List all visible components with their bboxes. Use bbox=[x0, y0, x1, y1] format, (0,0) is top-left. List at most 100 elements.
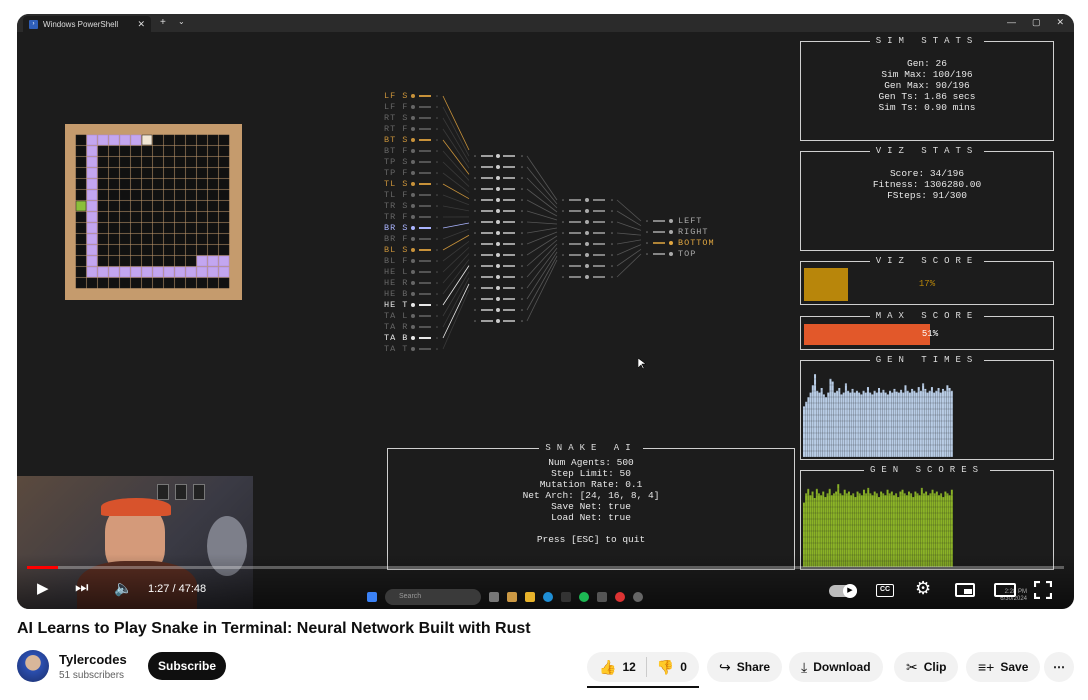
hidden1-connection bbox=[526, 239, 558, 267]
grid-cell bbox=[163, 178, 175, 190]
minimize-icon[interactable]: — bbox=[1007, 17, 1016, 28]
like-count[interactable]: 12 bbox=[622, 660, 635, 674]
progress-bar[interactable] bbox=[27, 566, 1064, 569]
channel-avatar[interactable] bbox=[17, 650, 49, 682]
hidden1-node bbox=[496, 242, 500, 246]
grid-cell bbox=[163, 244, 175, 256]
grid-cell bbox=[196, 200, 208, 212]
grid-cell bbox=[108, 255, 120, 267]
theater-mode-icon[interactable] bbox=[994, 583, 1016, 597]
grid-cell bbox=[152, 156, 164, 168]
miniplayer-icon[interactable] bbox=[955, 583, 975, 597]
share-button[interactable]: ↪ Share bbox=[707, 652, 783, 682]
chart-bar bbox=[893, 388, 896, 457]
next-icon[interactable]: ⏭ bbox=[75, 579, 89, 596]
grid-cell bbox=[75, 211, 87, 223]
autoplay-toggle[interactable]: ▶ bbox=[829, 584, 857, 598]
terminal-tab[interactable]: › Windows PowerShell ✕ bbox=[23, 16, 151, 32]
sim-stats-lines: Gen: 26 Sim Max: 100/196 Gen Max: 90/196… bbox=[801, 58, 1053, 113]
grid-cell bbox=[108, 156, 120, 168]
spotify-icon bbox=[579, 592, 589, 602]
grid-cell bbox=[207, 277, 219, 289]
stat-line: Gen Ts: 1.86 secs bbox=[878, 91, 976, 102]
grid-cell bbox=[207, 167, 219, 179]
settings-gear-icon[interactable]: ⚙ bbox=[915, 578, 931, 599]
volume-icon[interactable]: 🔈 bbox=[114, 579, 133, 597]
close-icon[interactable]: ✕ bbox=[137, 19, 145, 30]
grid-cell bbox=[163, 156, 175, 168]
grid-cell bbox=[86, 266, 98, 278]
input-node bbox=[411, 215, 415, 219]
grid-cell bbox=[152, 134, 164, 146]
hidden1-node bbox=[496, 209, 500, 213]
grid-cell bbox=[108, 277, 120, 289]
input-connection bbox=[442, 283, 470, 339]
thumbs-up-icon[interactable]: 👍 bbox=[599, 659, 616, 676]
captions-icon[interactable]: CC bbox=[876, 584, 894, 597]
input-node bbox=[411, 160, 415, 164]
grid-cell bbox=[108, 189, 120, 201]
window-close-icon[interactable]: ✕ bbox=[1056, 17, 1064, 28]
subscribe-button[interactable]: Subscribe bbox=[148, 652, 226, 680]
grid-cell bbox=[196, 145, 208, 157]
hidden1-dot bbox=[521, 243, 523, 245]
more-actions-button[interactable]: ⋯ bbox=[1044, 652, 1074, 682]
grid-cell bbox=[97, 189, 109, 201]
chart-bar bbox=[941, 388, 944, 457]
grid-cell bbox=[196, 266, 208, 278]
stat-line: Gen Max: 90/196 bbox=[884, 80, 970, 91]
grid-cell bbox=[218, 211, 230, 223]
maximize-icon[interactable]: ▢ bbox=[1032, 17, 1041, 28]
chart-bar bbox=[902, 392, 905, 457]
grid-cell bbox=[75, 145, 87, 157]
hidden1-connection bbox=[526, 243, 558, 278]
grid-cell bbox=[163, 145, 175, 157]
clip-button[interactable]: ✂ Clip bbox=[894, 652, 959, 682]
grid-cell bbox=[185, 145, 197, 157]
grid-cell bbox=[196, 277, 208, 289]
taskbar-app-icon bbox=[507, 592, 517, 602]
input-node-label: BT S bbox=[384, 135, 409, 145]
grid-cell bbox=[207, 145, 219, 157]
gen-times-title: GEN TIMES bbox=[869, 355, 985, 365]
fullscreen-icon[interactable] bbox=[1033, 580, 1053, 600]
thumbs-down-icon[interactable]: 👎 bbox=[657, 659, 674, 676]
input-dot bbox=[436, 337, 438, 339]
grid-cell bbox=[141, 178, 153, 190]
grid-cell bbox=[108, 178, 120, 190]
channel-name[interactable]: Tylercodes bbox=[59, 652, 127, 667]
hidden2-node bbox=[585, 253, 589, 257]
viz-score-panel: VIZ SCORE 17% bbox=[800, 256, 1054, 305]
new-tab-icon[interactable]: + bbox=[160, 17, 166, 28]
hidden2-connection bbox=[616, 239, 642, 245]
grid-cell bbox=[207, 200, 219, 212]
grid-cell bbox=[75, 134, 87, 146]
grid-cell bbox=[75, 277, 87, 289]
input-node-label: BT F bbox=[384, 146, 409, 156]
dislike-count[interactable]: 0 bbox=[680, 660, 687, 674]
chevron-down-icon[interactable]: ⌄ bbox=[178, 17, 185, 26]
grid-cell bbox=[207, 211, 219, 223]
output-dot bbox=[646, 231, 648, 233]
input-node bbox=[411, 347, 415, 351]
input-node-label: TA L bbox=[384, 311, 409, 321]
wall-frame bbox=[193, 484, 205, 500]
grid-cell bbox=[174, 233, 186, 245]
save-button[interactable]: ≡+ Save bbox=[966, 652, 1041, 682]
grid-cell bbox=[119, 222, 131, 234]
wall-frame bbox=[157, 484, 169, 500]
viz-score-title: VIZ SCORE bbox=[869, 256, 985, 266]
hidden1-connection bbox=[526, 231, 558, 245]
input-dot bbox=[436, 194, 438, 196]
play-icon[interactable]: ▶ bbox=[37, 579, 49, 597]
grid-cell bbox=[185, 244, 197, 256]
grid-cell bbox=[86, 277, 98, 289]
download-button[interactable]: ⤓ Download bbox=[789, 652, 883, 682]
hidden1-connection bbox=[526, 251, 558, 300]
grid-cell bbox=[152, 277, 164, 289]
video-player[interactable]: › Windows PowerShell ✕ + ⌄ — ▢ ✕ LF S LF … bbox=[17, 14, 1074, 609]
chart-bar bbox=[809, 392, 812, 457]
grid-cell bbox=[75, 233, 87, 245]
grid-cell bbox=[141, 233, 153, 245]
grid-cell bbox=[185, 189, 197, 201]
